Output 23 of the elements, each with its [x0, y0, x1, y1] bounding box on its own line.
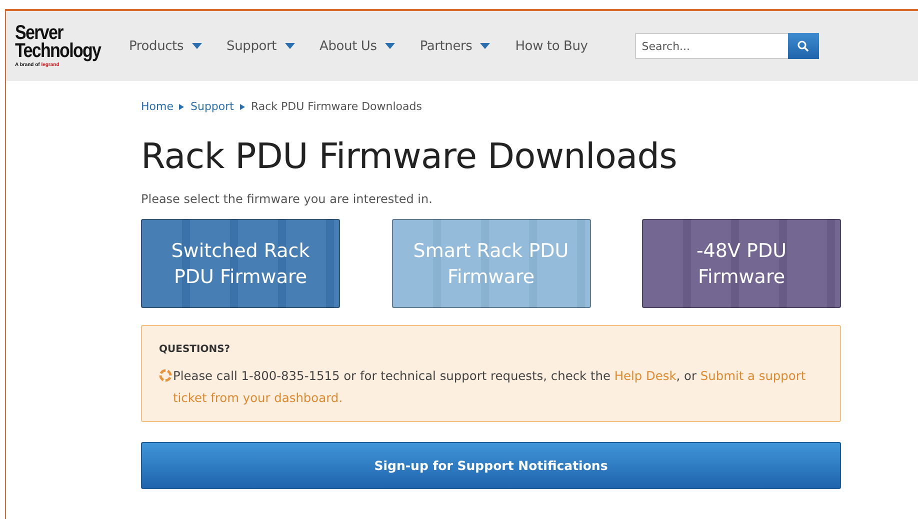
- breadcrumb-link[interactable]: Support: [190, 100, 234, 113]
- search-icon: [797, 40, 810, 52]
- search-field[interactable]: Search...: [634, 33, 788, 59]
- breadcrumb-link[interactable]: Home: [141, 100, 174, 113]
- nav-link[interactable]: Products: [129, 38, 202, 54]
- questions-heading: QUESTIONS?: [159, 344, 232, 355]
- lifebuoy-icon: [159, 369, 172, 382]
- nav-link[interactable]: Support: [226, 38, 295, 54]
- separator-icon: [179, 104, 184, 110]
- support-message: Please call 1-800-835-1515 or for technical support requests, check the Help Desk, or Submit a support ticket from your dashboard.: [173, 365, 823, 409]
- nav-link[interactable]: Partners: [420, 38, 490, 54]
- intro-text: Please select the firmware you are interested in.: [141, 192, 434, 206]
- search-button[interactable]: [788, 33, 819, 59]
- firmware-card[interactable]: -48V PDU Firmware: [642, 219, 841, 308]
- firmware-card[interactable]: Switched Rack PDU Firmware: [141, 219, 340, 308]
- signup-button[interactable]: Sign-up for Support Notifications: [141, 442, 841, 489]
- nav-link[interactable]: How to Buy: [515, 38, 588, 54]
- logo-text: Technology: [15, 42, 100, 60]
- page-title: Rack PDU Firmware Downloads: [141, 136, 678, 178]
- breadcrumb-current: Rack PDU Firmware Downloads: [250, 100, 422, 113]
- nav-link[interactable]: About Us: [320, 38, 395, 54]
- logo-text: Server: [15, 24, 64, 42]
- separator-icon: [240, 104, 245, 110]
